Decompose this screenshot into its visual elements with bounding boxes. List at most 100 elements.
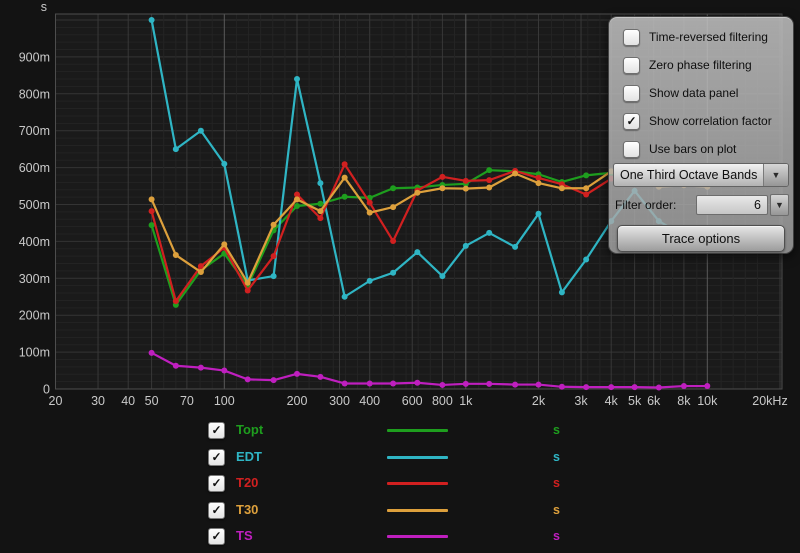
trace-options-button[interactable]: Trace options [617,225,785,252]
data-point-EDT [149,17,155,23]
data-point-T20 [536,175,542,181]
data-point-EDT [198,128,204,134]
legend-label: Topt [236,422,263,437]
legend-checkbox-TS[interactable]: ✓ [208,528,225,545]
data-point-TS [681,383,687,389]
data-point-T20 [390,238,396,244]
legend-label: T30 [236,502,258,517]
y-tick-label: 400m [19,235,50,249]
y-tick-label: 900m [19,50,50,64]
data-point-EDT [367,278,373,284]
data-point-T30 [414,190,420,196]
legend-row-T20: ✓ T20 s [0,474,620,494]
x-tick-label: 1k [459,394,473,408]
data-point-T20 [317,215,323,221]
data-point-T30 [221,241,227,247]
legend-checkbox-T20[interactable]: ✓ [208,475,225,492]
x-tick-label: 70 [180,394,194,408]
x-tick-label: 100 [214,394,235,408]
panel-row: Show data panel [609,79,793,107]
chevron-down-icon[interactable]: ▼ [763,164,788,186]
legend-line-sample [387,535,448,538]
data-point-TS [608,384,614,390]
data-point-EDT [583,256,589,262]
panel-checkbox-rows: Time-reversed filteringZero phase filter… [609,17,793,163]
x-tick-label: 20 [49,394,63,408]
legend-unit: s [553,503,560,517]
data-point-T20 [463,178,469,184]
panel-row: Time-reversed filtering [609,23,793,51]
filter-order-field[interactable]: 6 [696,195,768,215]
panel-checkbox-label: Time-reversed filtering [649,30,768,44]
legend-checkbox-EDT[interactable]: ✓ [208,449,225,466]
data-point-T30 [198,269,204,275]
data-point-T30 [317,208,323,214]
legend-unit: s [553,529,560,543]
x-tick-label: 3k [574,394,588,408]
data-point-EDT [317,180,323,186]
x-tick-label: 50 [145,394,159,408]
legend-row-T30: ✓ T30 s [0,501,620,521]
legend-line-sample [387,509,448,512]
data-point-T30 [173,252,179,258]
legend-label: TS [236,528,253,543]
data-point-T20 [583,192,589,198]
data-point-TS [583,384,589,390]
data-point-TS [294,371,300,377]
legend-row-EDT: ✓EDTs [0,448,620,468]
data-point-EDT [390,270,396,276]
legend-unit: s [553,476,560,490]
data-point-TS [656,385,662,391]
panel-checkbox[interactable] [623,29,640,46]
data-point-T20 [173,298,179,304]
legend-label: T20 [236,475,258,490]
y-tick-label: 300m [19,272,50,286]
data-point-EDT [414,249,420,255]
y-tick-label: 600m [19,161,50,175]
data-point-EDT [463,243,469,249]
data-point-T20 [486,177,492,183]
data-point-EDT [559,289,565,295]
data-point-T30 [245,280,251,286]
band-select-value: One Third Octave Bands [614,164,763,186]
trace-options-panel: Time-reversed filteringZero phase filter… [608,16,794,254]
x-tick-label: 20kHz [752,394,787,408]
data-point-TS [390,380,396,386]
data-point-EDT [294,76,300,82]
chevron-down-icon[interactable]: ▼ [770,194,789,216]
filter-order-row: Filter order: 6 ▼ [609,195,793,215]
x-tick-label: 4k [605,394,619,408]
x-tick-label: 30 [91,394,105,408]
legend-row-Topt: ✓ Topt s [0,421,620,441]
x-tick-label: 300 [329,394,350,408]
band-select-dropdown[interactable]: One Third Octave Bands ▼ [613,163,789,187]
legend-line-sample [387,482,448,485]
y-axis-unit-label: s [41,0,47,14]
legend-checkbox-T30[interactable]: ✓ [208,502,225,519]
panel-checkbox[interactable] [623,57,640,74]
x-tick-label: 6k [647,394,661,408]
data-point-TS [245,376,251,382]
panel-row: ✓Show correlation factor [609,107,793,135]
data-point-T30 [367,210,373,216]
data-point-Topt [317,201,323,207]
x-tick-label: 600 [402,394,423,408]
panel-checkbox[interactable] [623,85,640,102]
data-point-TS [536,382,542,388]
data-point-TS [271,377,277,383]
data-point-T20 [439,174,445,180]
data-point-EDT [173,146,179,152]
legend-checkbox-Topt[interactable]: ✓ [208,422,225,439]
data-point-T30 [294,196,300,202]
x-tick-label: 5k [628,394,642,408]
legend-unit: s [553,423,560,437]
data-point-Topt [294,203,300,209]
panel-checkbox[interactable]: ✓ [623,113,640,130]
y-tick-label: 200m [19,309,50,323]
filter-order-label: Filter order: [615,198,696,212]
data-point-Topt [390,185,396,191]
data-point-EDT [439,273,445,279]
y-tick-label: 700m [19,124,50,138]
data-point-EDT [536,211,542,217]
panel-checkbox[interactable] [623,141,640,158]
